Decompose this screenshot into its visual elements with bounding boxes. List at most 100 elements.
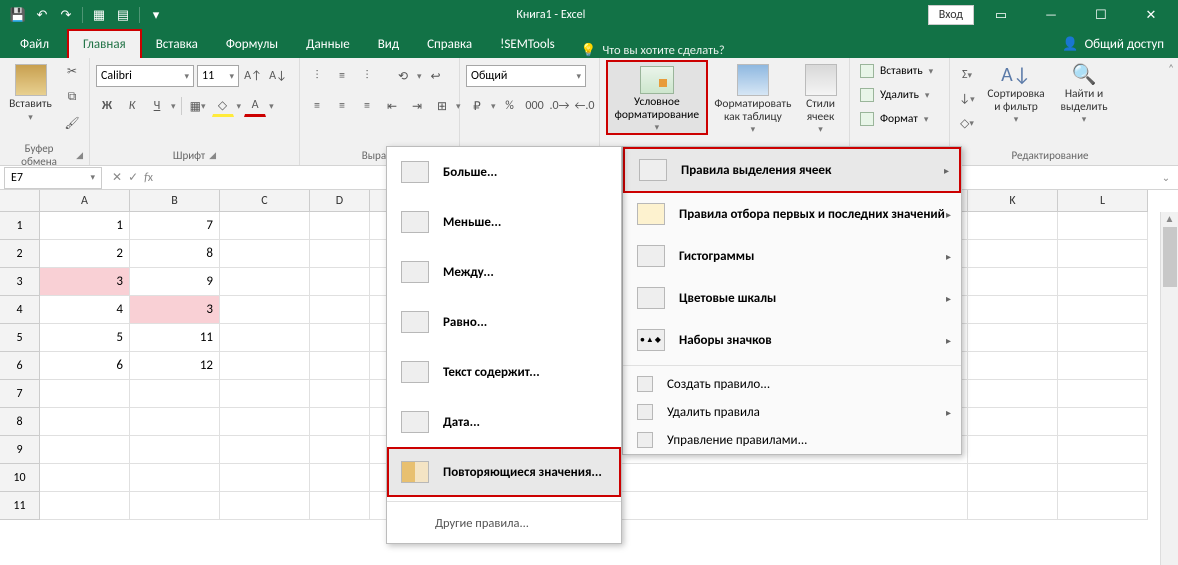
font-color-icon[interactable]: A <box>244 95 266 117</box>
row-header[interactable]: 4 <box>0 296 40 324</box>
comma-format-icon[interactable]: 000 <box>524 95 546 117</box>
menu-equal-to[interactable]: Равно... <box>387 297 621 347</box>
menu-less-than[interactable]: Меньше... <box>387 197 621 247</box>
format-painter-icon[interactable]: 🖌 <box>61 112 83 134</box>
cell[interactable] <box>220 324 310 352</box>
close-icon[interactable]: ✕ <box>1128 0 1174 30</box>
row-header[interactable]: 6 <box>0 352 40 380</box>
minimize-icon[interactable]: — <box>1028 0 1074 30</box>
percent-format-icon[interactable]: % <box>499 95 521 117</box>
merge-cells-icon[interactable]: ⊞ <box>431 95 453 117</box>
cell[interactable] <box>220 492 310 520</box>
cell[interactable] <box>220 352 310 380</box>
cell[interactable] <box>310 324 370 352</box>
save-icon[interactable]: 💾 <box>8 5 28 25</box>
delete-cells-button[interactable]: Удалить▾ <box>856 84 937 106</box>
menu-icon-sets[interactable]: Наборы значков ▸ <box>623 319 961 361</box>
wrap-text-icon[interactable]: ↩ <box>425 65 447 87</box>
redo-icon[interactable]: ↷ <box>56 5 76 25</box>
find-select-button[interactable]: 🔍 Найти и выделить▾ <box>1054 60 1114 125</box>
clear-icon[interactable]: ◇▾ <box>956 112 978 134</box>
menu-text-contains[interactable]: Текст содержит... <box>387 347 621 397</box>
orientation-icon[interactable]: ⟲ <box>392 65 414 87</box>
row-header[interactable]: 11 <box>0 492 40 520</box>
row-header[interactable]: 3 <box>0 268 40 296</box>
cell[interactable] <box>130 436 220 464</box>
cell[interactable] <box>310 408 370 436</box>
cell[interactable] <box>968 464 1058 492</box>
ribbon-display-icon[interactable]: ▭ <box>978 0 1024 30</box>
cell[interactable] <box>1058 464 1148 492</box>
cell[interactable] <box>1058 324 1148 352</box>
cell[interactable] <box>310 296 370 324</box>
conditional-formatting-button[interactable]: Условное форматирование▾ <box>606 60 708 135</box>
undo-icon[interactable]: ↶ <box>32 5 52 25</box>
format-cells-button[interactable]: Формат▾ <box>856 108 937 130</box>
tab-file[interactable]: Файл <box>6 31 63 58</box>
cell[interactable] <box>1058 268 1148 296</box>
align-left-icon[interactable]: ≡ <box>306 95 328 117</box>
cell-styles-button[interactable]: Стили ячеек▾ <box>798 60 843 135</box>
autosum-icon[interactable]: Σ▾ <box>956 64 978 86</box>
row-header[interactable]: 2 <box>0 240 40 268</box>
increase-decimal-icon[interactable]: .0→ <box>549 95 571 117</box>
cell[interactable]: 3 <box>40 268 130 296</box>
cell[interactable]: 8 <box>130 240 220 268</box>
fill-icon[interactable]: ↓▾ <box>956 88 978 110</box>
font-name-combo[interactable]: Calibri▾ <box>96 65 194 87</box>
clipboard-launcher-icon[interactable]: ◢ <box>76 150 83 161</box>
cell[interactable] <box>1058 408 1148 436</box>
menu-duplicate-values[interactable]: Повторяющиеся значения... <box>387 447 621 497</box>
copy-icon[interactable]: ⧉ <box>61 86 83 108</box>
cell[interactable] <box>1058 212 1148 240</box>
format-as-table-button[interactable]: Форматировать как таблицу▾ <box>714 60 792 135</box>
tab-view[interactable]: Вид <box>364 31 413 58</box>
maximize-icon[interactable]: ☐ <box>1078 0 1124 30</box>
cell[interactable] <box>968 436 1058 464</box>
decrease-font-icon[interactable]: A↓ <box>267 65 289 87</box>
cell[interactable] <box>968 380 1058 408</box>
cell[interactable] <box>220 268 310 296</box>
font-launcher-icon[interactable]: ◢ <box>209 150 216 161</box>
menu-color-scales[interactable]: Цветовые шкалы ▸ <box>623 277 961 319</box>
row-header[interactable]: 9 <box>0 436 40 464</box>
enter-formula-icon[interactable]: ✓ <box>128 170 138 185</box>
menu-more-rules[interactable]: Другие правила... <box>387 506 621 543</box>
cell[interactable] <box>40 492 130 520</box>
cell[interactable] <box>220 408 310 436</box>
menu-new-rule[interactable]: Создать правило... <box>623 370 961 398</box>
cell[interactable] <box>968 268 1058 296</box>
cell[interactable] <box>220 240 310 268</box>
cell[interactable] <box>310 240 370 268</box>
fx-icon[interactable]: fx <box>144 171 153 185</box>
column-header[interactable]: A <box>40 190 130 212</box>
menu-highlight-cells-rules[interactable]: Правила выделения ячеек ▸ <box>623 147 961 193</box>
menu-manage-rules[interactable]: Управление правилами... <box>623 426 961 454</box>
cell[interactable] <box>130 464 220 492</box>
menu-between[interactable]: Между... <box>387 247 621 297</box>
italic-button[interactable]: К <box>121 95 143 117</box>
cell[interactable]: 1 <box>40 212 130 240</box>
row-header[interactable]: 10 <box>0 464 40 492</box>
cell[interactable] <box>968 492 1058 520</box>
align-top-icon[interactable]: ⫶ <box>306 65 328 87</box>
cell[interactable] <box>220 212 310 240</box>
row-header[interactable]: 1 <box>0 212 40 240</box>
fill-color-icon[interactable]: ◇ <box>212 95 234 117</box>
cell[interactable] <box>310 436 370 464</box>
cell[interactable] <box>1058 436 1148 464</box>
bold-button[interactable]: Ж <box>96 95 118 117</box>
column-header[interactable]: C <box>220 190 310 212</box>
underline-button[interactable]: Ч <box>146 95 168 117</box>
insert-cells-button[interactable]: Вставить▾ <box>856 60 937 82</box>
cell[interactable] <box>130 492 220 520</box>
row-header[interactable]: 8 <box>0 408 40 436</box>
cell[interactable]: 9 <box>130 268 220 296</box>
cell[interactable]: 7 <box>130 212 220 240</box>
cell[interactable] <box>968 352 1058 380</box>
qat-custom1-icon[interactable]: ▦ <box>89 5 109 25</box>
row-header[interactable]: 7 <box>0 380 40 408</box>
cell[interactable] <box>310 464 370 492</box>
login-button[interactable]: Вход <box>928 5 974 25</box>
menu-data-bars[interactable]: Гистограммы ▸ <box>623 235 961 277</box>
